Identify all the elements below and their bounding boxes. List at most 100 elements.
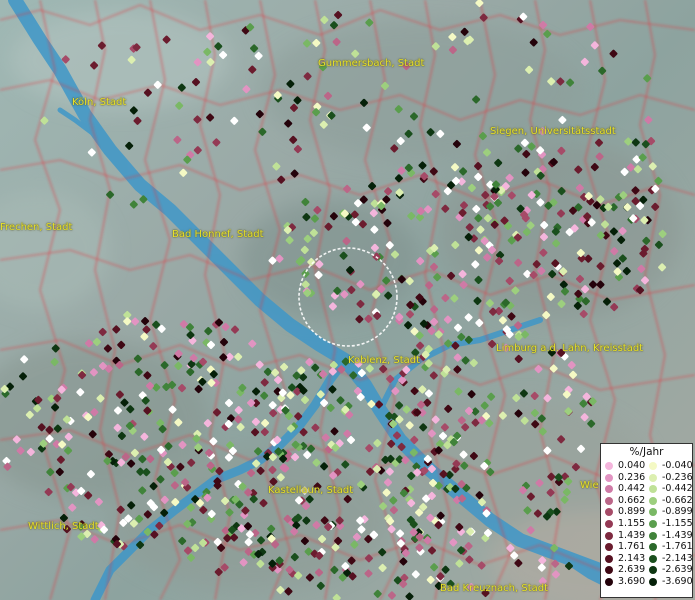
map-data-point[interactable] (397, 166, 406, 175)
map-data-point[interactable] (320, 15, 329, 24)
map-data-point[interactable] (425, 281, 434, 290)
map-data-point[interactable] (404, 321, 413, 330)
map-data-point[interactable] (129, 200, 138, 209)
map-data-point[interactable] (609, 49, 618, 58)
map-data-point[interactable] (389, 496, 398, 505)
map-data-point[interactable] (87, 148, 96, 157)
map-data-point[interactable] (280, 362, 289, 372)
map-data-point[interactable] (293, 145, 302, 154)
map-data-point[interactable] (219, 353, 228, 362)
map-data-point[interactable] (423, 205, 433, 214)
map-data-point[interactable] (248, 65, 257, 74)
map-data-point[interactable] (284, 587, 293, 596)
map-data-point[interactable] (373, 439, 382, 448)
map-data-point[interactable] (469, 358, 478, 367)
map-data-point[interactable] (487, 392, 496, 401)
map-data-point[interactable] (405, 592, 414, 600)
map-data-point[interactable] (193, 146, 202, 155)
map-data-point[interactable] (365, 444, 374, 453)
map-data-point[interactable] (142, 325, 151, 334)
map-data-point[interactable] (334, 10, 343, 20)
map-data-point[interactable] (394, 174, 403, 183)
map-data-point[interactable] (441, 293, 450, 303)
map-data-point[interactable] (68, 503, 77, 512)
map-data-point[interactable] (514, 354, 523, 363)
map-data-point[interactable] (206, 113, 215, 122)
map-data-point[interactable] (131, 317, 140, 326)
map-data-point[interactable] (429, 371, 438, 380)
map-data-point[interactable] (248, 339, 257, 348)
map-data-point[interactable] (173, 135, 182, 144)
map-data-point[interactable] (336, 396, 345, 405)
map-data-point[interactable] (586, 22, 595, 31)
map-data-point[interactable] (648, 162, 657, 171)
map-data-point[interactable] (112, 325, 121, 334)
map-data-point[interactable] (454, 387, 463, 396)
map-data-point[interactable] (260, 427, 269, 437)
map-data-point[interactable] (289, 135, 298, 144)
map-data-point[interactable] (212, 138, 221, 147)
map-data-point[interactable] (255, 110, 264, 119)
map-data-point[interactable] (268, 401, 277, 410)
map-data-point[interactable] (389, 506, 398, 515)
map-data-point[interactable] (449, 538, 458, 547)
map-data-point[interactable] (368, 182, 377, 191)
map-data-point[interactable] (250, 44, 259, 53)
map-data-point[interactable] (247, 398, 256, 407)
map-data-point[interactable] (461, 356, 470, 365)
map-data-point[interactable] (236, 423, 245, 432)
map-data-point[interactable] (326, 403, 335, 412)
map-data-point[interactable] (221, 322, 230, 331)
map-data-point[interactable] (450, 294, 459, 303)
map-data-point[interactable] (149, 342, 158, 351)
map-data-point[interactable] (416, 341, 425, 350)
map-data-point[interactable] (475, 318, 484, 327)
map-data-point[interactable] (426, 575, 435, 584)
map-data-point[interactable] (530, 391, 539, 400)
map-data-point[interactable] (598, 66, 607, 75)
map-data-point[interactable] (430, 563, 439, 572)
map-data-point[interactable] (133, 116, 142, 125)
map-data-point[interactable] (443, 315, 452, 324)
map-data-point[interactable] (260, 378, 269, 387)
map-data-point[interactable] (277, 175, 286, 184)
map-data-point[interactable] (455, 559, 464, 568)
map-data-point[interactable] (251, 428, 260, 437)
map-data-point[interactable] (364, 314, 373, 323)
map-data-point[interactable] (242, 85, 251, 94)
map-data-point[interactable] (269, 409, 278, 418)
map-data-point[interactable] (260, 391, 269, 400)
map-data-point[interactable] (418, 161, 427, 170)
map-data-point[interactable] (204, 327, 213, 336)
map-data-point[interactable] (329, 21, 339, 30)
map-data-point[interactable] (473, 296, 482, 305)
map-data-point[interactable] (427, 546, 437, 555)
map-data-point[interactable] (209, 437, 218, 446)
map-data-point[interactable] (382, 488, 391, 497)
map-data-point[interactable] (316, 581, 325, 590)
map-data-point[interactable] (384, 187, 393, 196)
map-data-point[interactable] (123, 317, 132, 326)
map-data-point[interactable] (441, 565, 450, 574)
map-data-point[interactable] (488, 307, 498, 316)
map-data-point[interactable] (479, 13, 488, 22)
map-data-point[interactable] (498, 316, 507, 325)
map-data-point[interactable] (453, 353, 462, 362)
map-data-point[interactable] (224, 398, 234, 408)
map-data-point[interactable] (299, 373, 308, 382)
map-data-point[interactable] (364, 569, 373, 578)
map-data-point[interactable] (430, 305, 439, 314)
map-data-point[interactable] (644, 115, 653, 124)
map-data-point[interactable] (251, 417, 260, 426)
map-data-point[interactable] (378, 563, 387, 572)
map-data-point[interactable] (332, 593, 341, 600)
map-data-point[interactable] (475, 0, 484, 8)
map-data-point[interactable] (255, 360, 264, 369)
map-data-point[interactable] (429, 167, 438, 176)
map-data-point[interactable] (477, 561, 486, 570)
map-data-point[interactable] (411, 570, 420, 579)
map-data-point[interactable] (410, 386, 419, 396)
map-data-point[interactable] (624, 137, 633, 146)
map-data-point[interactable] (407, 211, 416, 221)
map-data-point[interactable] (569, 370, 578, 379)
